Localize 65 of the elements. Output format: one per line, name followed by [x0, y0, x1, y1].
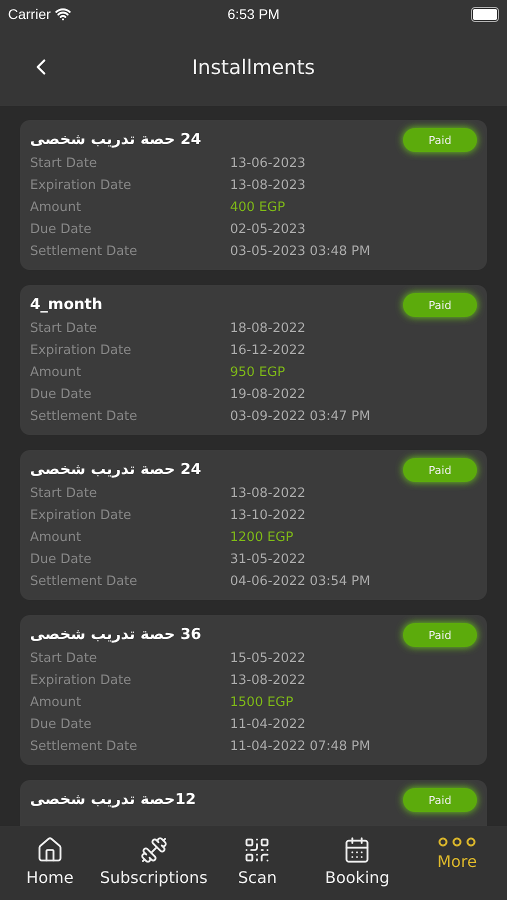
field-value: 1500 EGP: [230, 694, 294, 710]
status-badge: Paid: [403, 788, 477, 812]
battery-icon: [471, 6, 500, 22]
field-label: Settlement Date: [30, 408, 138, 424]
plan-title: 12حصة تدريب شخصى: [30, 789, 196, 810]
wifi-icon: [54, 6, 71, 22]
tab-item[interactable]: Scan: [208, 836, 308, 887]
field-value: 11-04-2022: [230, 716, 306, 732]
field-value: 950 EGP: [230, 364, 286, 380]
status-badge: Paid: [403, 623, 477, 647]
field-label: Start Date: [30, 486, 98, 500]
field-value: 19-08-2022: [230, 386, 306, 402]
field-value: 13-06-2023: [230, 156, 306, 170]
status-badge: Paid: [403, 458, 477, 482]
qr-code-icon: [243, 836, 272, 864]
field-label: Expiration Date: [30, 342, 132, 358]
field-value: 13-10-2022: [230, 508, 306, 522]
field-value: 13-08-2022: [230, 672, 306, 688]
more-icon: [438, 836, 476, 848]
status-time: 6:53 PM: [227, 6, 280, 22]
field-label: Amount: [30, 200, 82, 214]
field-value: 16-12-2022: [230, 342, 306, 358]
field-label: Amount: [30, 530, 82, 544]
status-badge: Paid: [403, 128, 477, 152]
field-value: 03-05-2023 03:48 PM: [230, 244, 370, 258]
page-title: Installments: [192, 55, 315, 79]
field-label: Settlement Date: [30, 244, 138, 258]
field-value: 13-08-2022: [230, 486, 306, 500]
field-value: 03-09-2022 03:47 PM: [230, 408, 370, 424]
dumbbell-icon: [140, 836, 168, 864]
tab-item[interactable]: Home: [0, 836, 100, 887]
field-label: Settlement Date: [30, 738, 138, 754]
plan-title: 24 حصة تدريب شخصى: [30, 129, 202, 150]
field-label: Start Date: [30, 650, 98, 666]
field-label: Start Date: [30, 156, 98, 170]
field-label: Amount: [30, 364, 82, 380]
field-label: Expiration Date: [30, 672, 132, 688]
field-label: Expiration Date: [30, 508, 132, 522]
house-icon: [36, 836, 64, 864]
status-badge: Paid: [403, 293, 477, 317]
tab-item[interactable]: Booking: [307, 836, 408, 887]
plan-title: 4_month: [30, 294, 102, 315]
field-value: 15-05-2022: [230, 650, 306, 666]
field-value: 18-08-2022: [230, 320, 306, 336]
calendar-icon: [343, 836, 372, 864]
tab-item[interactable]: More: [407, 836, 507, 871]
tab-item[interactable]: Subscriptions: [100, 836, 208, 887]
field-label: Settlement Date: [30, 574, 138, 588]
field-value: 11-04-2022 07:48 PM: [230, 738, 370, 754]
field-value: 400 EGP: [230, 200, 286, 214]
field-label: Due Date: [30, 716, 92, 732]
field-value: 13-08-2023: [230, 178, 306, 192]
field-label: Start Date: [30, 320, 98, 336]
field-label: Due Date: [30, 552, 92, 566]
carrier-name: Carrier: [8, 6, 51, 22]
field-value: 04-06-2022 03:54 PM: [230, 574, 370, 588]
field-label: Due Date: [30, 222, 92, 236]
field-label: Due Date: [30, 386, 92, 402]
plan-title: 36 حصة تدريب شخصى: [30, 624, 202, 645]
plan-title: 24 حصة تدريب شخصى: [30, 459, 202, 480]
field-value: 1200 EGP: [230, 530, 294, 544]
field-label: Expiration Date: [30, 178, 132, 192]
field-value: 02-05-2023: [230, 222, 306, 236]
field-value: 31-05-2022: [230, 552, 306, 566]
field-label: Amount: [30, 694, 82, 710]
